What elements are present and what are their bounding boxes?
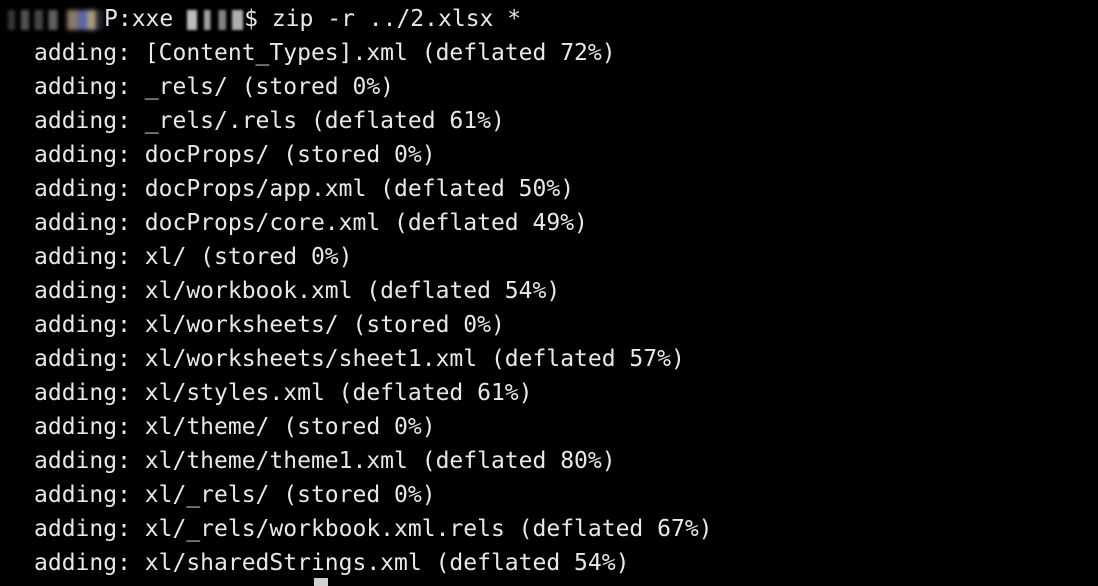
- terminal-window[interactable]: P:xxe $ zip -r ../2.xlsx * adding: [Cont…: [0, 0, 1098, 586]
- output-line: adding: xl/ (stored 0%): [34, 244, 353, 270]
- prompt-line: P:xxe $ zip -r ../2.xlsx *: [8, 2, 521, 36]
- output-line: adding: [Content_Types].xml (deflated 72…: [34, 40, 616, 66]
- output-line: adding: xl/worksheets/ (stored 0%): [34, 312, 505, 338]
- redacted-host: [67, 9, 103, 30]
- output-line: adding: _rels/.rels (deflated 61%): [34, 108, 505, 134]
- output-line: adding: xl/theme/ (stored 0%): [34, 414, 436, 440]
- output-line: adding: _rels/ (stored 0%): [34, 74, 395, 100]
- redacted-user: [8, 9, 66, 30]
- text-cursor: [314, 578, 328, 586]
- output-line: adding: xl/workbook.xml (deflated 54%): [34, 278, 561, 304]
- output-line: adding: xl/_rels/ (stored 0%): [34, 482, 436, 508]
- output-line: adding: xl/sharedStrings.xml (deflated 5…: [34, 550, 630, 576]
- output-line: adding: xl/styles.xml (deflated 61%): [34, 380, 533, 406]
- output-line: adding: xl/worksheets/sheet1.xml (deflat…: [34, 346, 685, 372]
- output-line: adding: xl/theme/theme1.xml (deflated 80…: [34, 448, 616, 474]
- output-line: adding: docProps/ (stored 0%): [34, 142, 436, 168]
- output-line: adding: docProps/app.xml (deflated 50%): [34, 176, 575, 202]
- output-line: adding: docProps/core.xml (deflated 49%): [34, 210, 588, 236]
- output-line: adding: xl/_rels/workbook.xml.rels (defl…: [34, 516, 713, 542]
- prompt-symbol: $: [244, 6, 258, 32]
- redacted-directory: [187, 9, 244, 30]
- command-text: zip -r ../2.xlsx *: [271, 6, 522, 32]
- prompt-host-fragment: P:xxe: [104, 6, 174, 32]
